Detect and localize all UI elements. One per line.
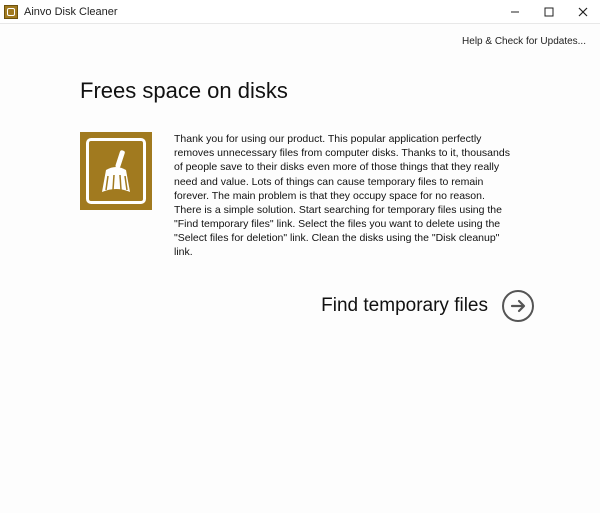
- main-content: Frees space on disks Thank you for using…: [0, 24, 600, 322]
- description-text: Thank you for using our product. This po…: [174, 132, 514, 260]
- broom-icon: [80, 132, 152, 210]
- titlebar: Ainvo Disk Cleaner: [0, 0, 600, 24]
- action-row: Find temporary files: [80, 290, 552, 322]
- window-controls: [498, 0, 600, 23]
- window-title: Ainvo Disk Cleaner: [24, 6, 498, 18]
- app-icon-small: [4, 5, 18, 19]
- close-button[interactable]: [566, 0, 600, 23]
- page-title: Frees space on disks: [80, 78, 552, 104]
- find-temporary-files-link[interactable]: Find temporary files: [321, 295, 488, 317]
- arrow-right-icon[interactable]: [502, 290, 534, 322]
- body-row: Thank you for using our product. This po…: [80, 132, 552, 260]
- maximize-button[interactable]: [532, 0, 566, 23]
- help-updates-link[interactable]: Help & Check for Updates...: [462, 36, 586, 47]
- minimize-button[interactable]: [498, 0, 532, 23]
